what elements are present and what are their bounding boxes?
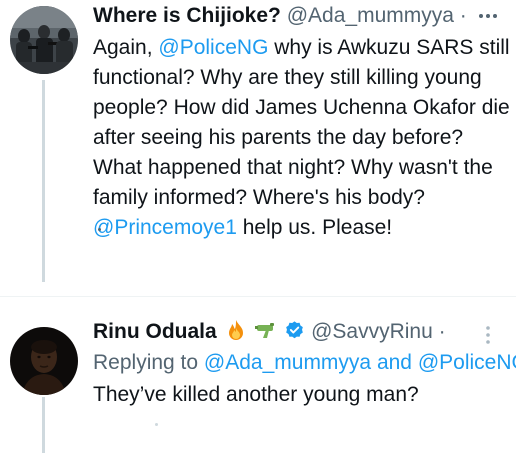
tweet-text: They’ve killed another young man? bbox=[93, 383, 419, 406]
replying-to-line: Replying to @Ada_mummyya and @PoliceNG bbox=[93, 348, 516, 378]
tweet-header: Where is Chijioke? @Ada_mummyya · bbox=[93, 2, 467, 30]
user-handle[interactable]: @Ada_mummyya bbox=[287, 4, 454, 27]
separator-dot: · bbox=[438, 320, 446, 343]
mention-policeng-link[interactable]: @PoliceNG bbox=[158, 36, 268, 59]
twitter-thread: Where is Chijioke? @Ada_mummyya · Again,… bbox=[0, 0, 516, 453]
more-options-icon[interactable] bbox=[478, 6, 498, 26]
tweet-header: Rinu Oduala @SavvyRinu · bbox=[93, 318, 446, 346]
tweet-1[interactable]: Where is Chijioke? @Ada_mummyya · Again,… bbox=[0, 0, 516, 282]
tweet-2[interactable]: Rinu Oduala @SavvyRinu · Replying to @Ad… bbox=[0, 297, 516, 453]
thread-connector-line bbox=[42, 80, 45, 282]
reply-and-text: and bbox=[371, 351, 418, 374]
water-pistol-icon bbox=[255, 323, 275, 338]
user-handle[interactable]: @SavvyRinu bbox=[311, 320, 433, 343]
protest-photo-avatar bbox=[10, 6, 78, 74]
stray-dot bbox=[155, 423, 158, 426]
display-name[interactable]: Where is Chijioke? bbox=[93, 4, 281, 27]
avatar-where-is-chijioke[interactable] bbox=[10, 6, 78, 74]
avatar-rinu-oduala[interactable] bbox=[10, 327, 78, 395]
verified-badge-icon bbox=[286, 321, 304, 339]
replying-to-label: Replying to bbox=[93, 351, 204, 374]
tweet-text: Again, @PoliceNG why is Awkuzu SARS stil… bbox=[93, 33, 513, 243]
reply-mention-ada-mummyya[interactable]: @Ada_mummyya bbox=[204, 351, 371, 374]
tweet-text-part: Again, bbox=[93, 36, 159, 59]
fire-emoji-icon bbox=[228, 320, 243, 340]
thread-connector-line bbox=[42, 397, 45, 453]
separator-dot: · bbox=[459, 4, 467, 27]
tweet-text-part: help us. Please! bbox=[236, 216, 393, 239]
mention-princemoye1-link[interactable]: @Princemoye1 bbox=[93, 216, 237, 239]
tweet-text-part: why is Awkuzu SARS still functional? Why… bbox=[93, 36, 510, 209]
reply-mention-policeng[interactable]: @PoliceNG bbox=[418, 351, 516, 374]
profile-photo-avatar bbox=[10, 327, 78, 395]
more-options-icon[interactable] bbox=[478, 325, 498, 345]
display-name[interactable]: Rinu Oduala bbox=[93, 320, 217, 343]
stray-dot bbox=[98, 228, 101, 231]
